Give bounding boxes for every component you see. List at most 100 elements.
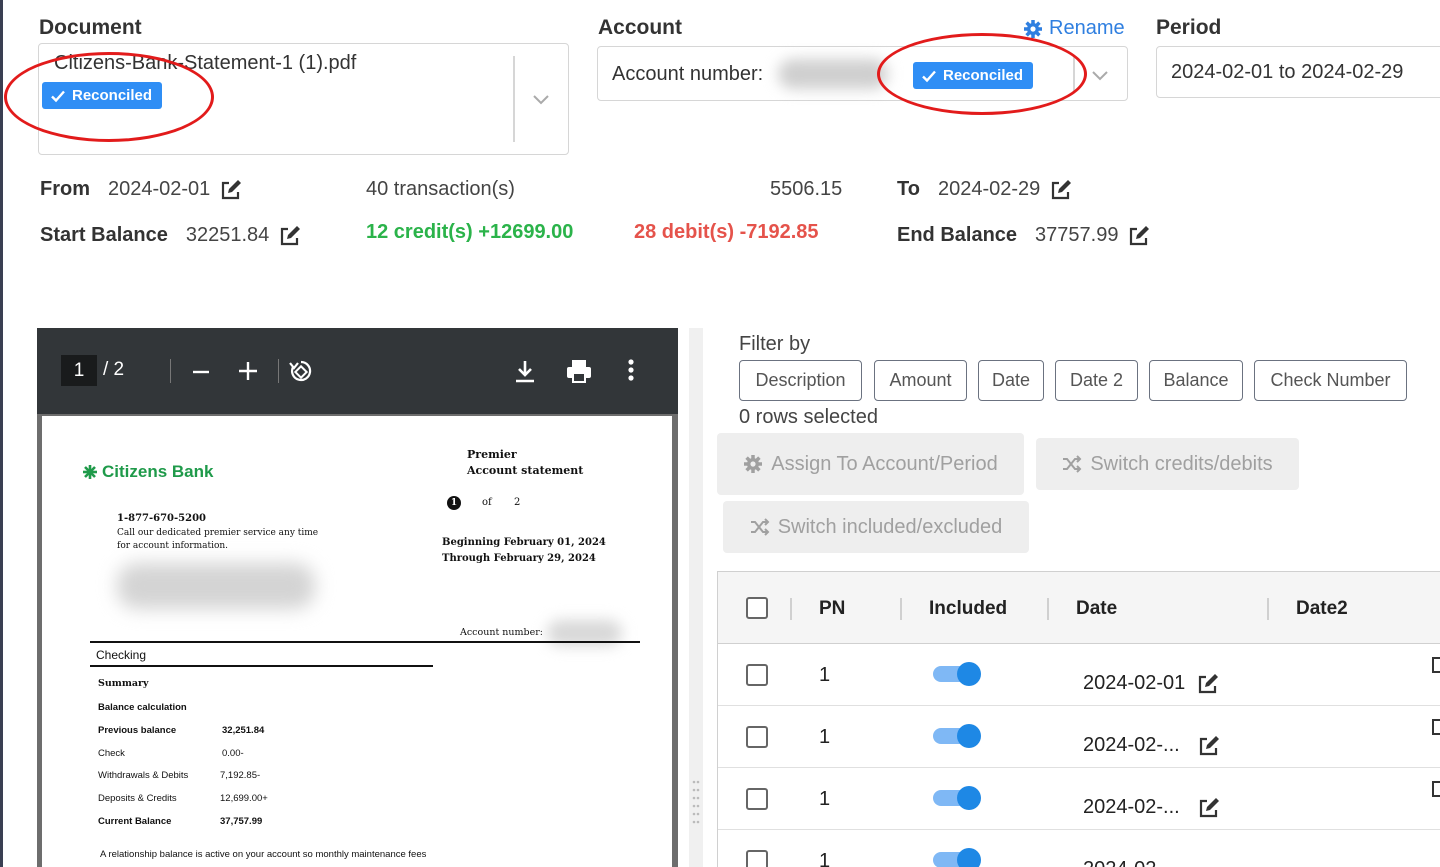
start-balance-stat: Start Balance 32251.84 — [40, 224, 301, 247]
document-label: Document — [39, 16, 142, 39]
edit-icon[interactable] — [1431, 656, 1440, 674]
doc-page-total: 2 — [514, 497, 521, 508]
edit-icon[interactable] — [220, 179, 242, 201]
zoom-out-icon[interactable] — [191, 362, 211, 382]
row-checkbox[interactable] — [746, 850, 768, 867]
doc-page-num: 1 — [447, 496, 461, 510]
row-pn: 1 — [819, 850, 831, 867]
pdf-viewer[interactable]: 1 / 2 Citizens Bank Premier Account stat… — [37, 328, 678, 867]
row-date: 2024-02-... — [1083, 796, 1180, 818]
table-row[interactable]: 1 2024-02-... — [718, 706, 1440, 768]
page-number-input[interactable]: 1 — [61, 355, 97, 386]
rotate-icon[interactable] — [287, 358, 315, 384]
included-toggle[interactable] — [933, 848, 981, 867]
column-header-pn[interactable]: PN — [819, 598, 845, 620]
doc-checking: Checking — [96, 648, 147, 662]
row-date: 2024-02-01 — [1083, 672, 1186, 694]
doc-footer-note: A relationship balance is active on your… — [100, 849, 427, 860]
filter-amount-button[interactable]: Amount — [874, 360, 967, 401]
zoom-in-icon[interactable] — [237, 360, 259, 382]
doc-call-line2: for account information. — [117, 541, 229, 551]
page-total: / 2 — [103, 359, 125, 380]
to-stat: To 2024-02-29 — [897, 178, 1072, 201]
row-pn: 1 — [819, 788, 831, 810]
row-checkbox[interactable] — [746, 664, 768, 686]
doc-of: of — [482, 497, 492, 508]
more-options-icon[interactable] — [627, 358, 635, 382]
assign-account-period-button[interactable]: Assign To Account/Period — [717, 433, 1024, 495]
column-header-date[interactable]: Date — [1076, 598, 1117, 620]
panel-resize-handle[interactable] — [689, 328, 703, 867]
end-balance-label: End Balance — [897, 224, 1018, 246]
doc-withdrawals-value: 7,192.85- — [220, 770, 261, 781]
column-divider — [790, 598, 792, 620]
column-divider — [1047, 598, 1049, 620]
gear-icon — [744, 455, 763, 473]
edit-icon[interactable] — [279, 225, 301, 247]
doc-through: Through February 29, 2024 — [442, 553, 596, 564]
filter-description-button[interactable]: Description — [739, 360, 862, 401]
row-pn: 1 — [819, 664, 831, 686]
from-label: From — [40, 178, 90, 200]
debits-summary: 28 debit(s) -7192.85 — [634, 221, 819, 243]
chevron-down-icon[interactable] — [531, 92, 551, 106]
pdf-toolbar: 1 / 2 — [37, 328, 678, 414]
drag-handle-icon — [692, 780, 700, 824]
annotation-circle — [877, 33, 1087, 115]
doc-prev-value: 32,251.84 — [222, 725, 265, 736]
included-toggle[interactable] — [933, 786, 981, 810]
doc-deposits-value: 12,699.00+ — [220, 793, 268, 804]
table-row[interactable]: 1 2024-02-... — [718, 830, 1440, 867]
table-row[interactable]: 1 2024-02-... — [718, 768, 1440, 830]
column-header-included[interactable]: Included — [929, 598, 1007, 620]
assign-label: Assign To Account/Period — [771, 452, 998, 475]
row-date-cell: 2024-02-01 — [1083, 672, 1219, 695]
edit-icon[interactable] — [1431, 780, 1440, 798]
download-icon[interactable] — [514, 358, 536, 384]
row-checkbox[interactable] — [746, 788, 768, 810]
edit-icon[interactable] — [1198, 735, 1220, 757]
included-toggle[interactable] — [933, 662, 981, 686]
filter-date2-button[interactable]: Date 2 — [1055, 360, 1138, 401]
start-balance-label: Start Balance — [40, 224, 168, 246]
switch-credits-debits-button[interactable]: Switch credits/debits — [1036, 438, 1299, 490]
filter-by-label: Filter by — [739, 333, 811, 355]
included-toggle[interactable] — [933, 724, 981, 748]
edit-icon[interactable] — [1197, 673, 1219, 695]
doc-account-number-label: Account number: — [460, 627, 543, 638]
period-field[interactable]: 2024-02-01 to 2024-02-29 — [1156, 46, 1440, 98]
switch-cd-label: Switch credits/debits — [1090, 452, 1273, 475]
filter-balance-button[interactable]: Balance — [1149, 360, 1243, 401]
filter-date-button[interactable]: Date — [978, 360, 1044, 401]
bank-logo: Citizens Bank — [82, 462, 213, 482]
to-label: To — [897, 178, 920, 200]
edit-icon[interactable] — [1431, 718, 1440, 736]
bank-name: Citizens Bank — [102, 462, 214, 481]
annotation-circle — [4, 52, 214, 142]
rename-link[interactable]: Rename — [1023, 17, 1125, 40]
select-divider — [513, 56, 515, 142]
end-balance-value: 37757.99 — [1035, 224, 1119, 246]
toolbar-divider — [278, 359, 279, 383]
edit-icon[interactable] — [1198, 797, 1220, 819]
column-header-date2[interactable]: Date2 — [1296, 598, 1348, 620]
doc-check-value: 0.00- — [222, 748, 244, 759]
column-divider — [900, 598, 902, 620]
select-all-checkbox[interactable] — [746, 597, 768, 619]
shuffle-icon — [750, 518, 770, 536]
chevron-down-icon[interactable] — [1090, 68, 1110, 82]
filter-check-number-button[interactable]: Check Number — [1254, 360, 1407, 401]
print-icon[interactable] — [565, 358, 593, 384]
pdf-page: Citizens Bank Premier Account statement … — [42, 416, 672, 867]
credits-summary: 12 credit(s) +12699.00 — [366, 221, 574, 243]
switch-included-excluded-button[interactable]: Switch included/excluded — [723, 501, 1029, 553]
period-value: 2024-02-01 to 2024-02-29 — [1171, 61, 1404, 83]
table-row[interactable]: 1 2024-02-01 — [718, 644, 1440, 706]
edit-icon[interactable] — [1128, 225, 1150, 247]
edit-icon[interactable] — [1050, 179, 1072, 201]
rename-label: Rename — [1049, 17, 1125, 39]
doc-deposits-label: Deposits & Credits — [98, 793, 177, 804]
section-rule — [90, 665, 433, 667]
row-checkbox[interactable] — [746, 726, 768, 748]
window-edge — [0, 0, 3, 867]
